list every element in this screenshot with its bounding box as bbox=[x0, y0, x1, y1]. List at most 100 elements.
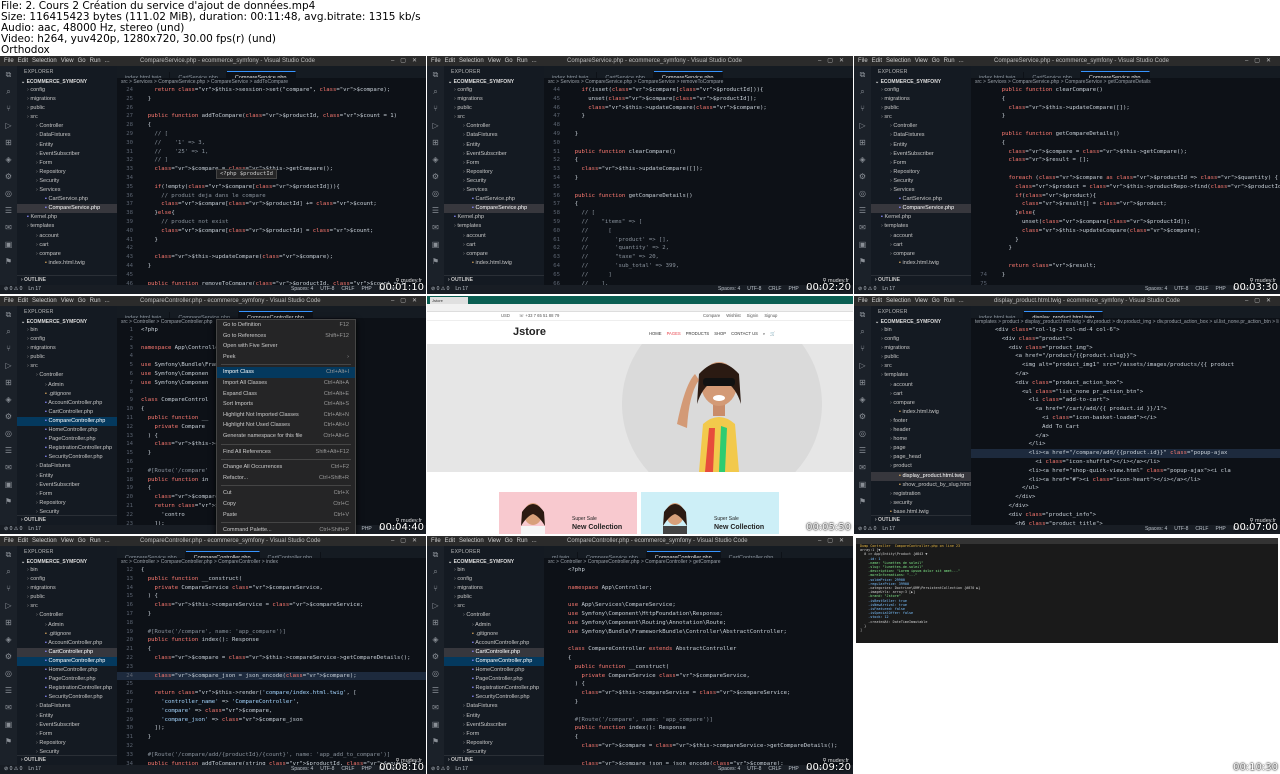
topbar-link[interactable]: Wishlist bbox=[726, 313, 740, 318]
outline-section[interactable]: › OUTLINE bbox=[444, 755, 544, 765]
file-tree-item[interactable]: › cart bbox=[871, 390, 971, 399]
activity-icon-2[interactable]: ⑂ bbox=[854, 340, 871, 357]
file-tree-item[interactable]: › Entity bbox=[17, 712, 117, 721]
menu-item-2[interactable]: Selection bbox=[32, 536, 57, 546]
activity-icon-9[interactable]: ✉ bbox=[854, 219, 871, 236]
file-tree-item[interactable]: › EventSubscriber bbox=[17, 721, 117, 730]
file-tree-item[interactable]: ▪ CartService.php bbox=[871, 195, 971, 204]
file-tree-item[interactable]: › src bbox=[17, 602, 117, 611]
editor-tab[interactable]: CompareService.php bbox=[226, 71, 296, 78]
file-tree-item[interactable]: ▪ PageController.php bbox=[17, 675, 117, 684]
menu-item-2[interactable]: Selection bbox=[459, 56, 484, 66]
file-tree-item[interactable]: ▪ SecurityController.php bbox=[444, 693, 544, 702]
outline-section[interactable]: › OUTLINE bbox=[871, 275, 971, 285]
file-tree-item[interactable]: › DataFixtures bbox=[17, 702, 117, 711]
status-left-item[interactable]: Ln 17 bbox=[455, 286, 468, 292]
file-tree-item[interactable]: › Repository bbox=[17, 499, 117, 508]
project-name[interactable]: ⌄ ECOMMERCE_SYMFONY bbox=[17, 318, 117, 326]
activity-icon-7[interactable]: ◎ bbox=[427, 185, 444, 202]
file-tree-item[interactable]: › bin bbox=[17, 326, 117, 335]
menu-item-0[interactable]: File bbox=[4, 536, 14, 546]
menu-item-1[interactable]: Edit bbox=[18, 56, 28, 66]
status-right-item[interactable]: Spaces: 4 bbox=[291, 286, 313, 292]
context-menu-item[interactable]: Find All References Shift+Alt+F12 bbox=[217, 447, 355, 458]
file-tree-item[interactable]: › src bbox=[444, 602, 544, 611]
cart-icon[interactable]: 🛒 bbox=[770, 331, 775, 336]
file-tree-item[interactable]: ▪ CompareController.php bbox=[17, 416, 117, 427]
file-tree-item[interactable]: › cart bbox=[871, 241, 971, 250]
activity-icon-2[interactable]: ⑂ bbox=[427, 100, 444, 117]
video-thumbnail[interactable]: File Edit Selection View Go Run... display_pro… bbox=[854, 296, 1280, 534]
status-left-item[interactable]: ⊘ 0 ⚠ 0 bbox=[858, 526, 876, 532]
menu-item-0[interactable]: File bbox=[431, 56, 441, 66]
file-tree-item[interactable]: › compare bbox=[444, 250, 544, 259]
status-right-item[interactable]: PHP bbox=[361, 766, 371, 772]
activity-icon-8[interactable]: ☰ bbox=[427, 202, 444, 219]
file-tree-item[interactable]: › Entity bbox=[871, 141, 971, 150]
activity-icon-7[interactable]: ◎ bbox=[0, 185, 17, 202]
file-tree-item[interactable]: › EventSubscriber bbox=[871, 150, 971, 159]
menu-item-0[interactable]: File bbox=[858, 56, 868, 66]
code-editor[interactable]: <?php namespace App\Controller; use App\Se… bbox=[544, 566, 853, 765]
video-thumbnail[interactable]: File Edit Selection View Go Run... CompareCont… bbox=[0, 536, 426, 774]
file-tree-item[interactable]: ▪ display_product.html.twig bbox=[871, 471, 971, 481]
status-right-item[interactable]: Spaces: 4 bbox=[291, 766, 313, 772]
video-thumbnail[interactable]: File Edit Selection View Go Run... CompareServ… bbox=[854, 56, 1280, 294]
file-tree-item[interactable]: ▪ SecurityController.php bbox=[17, 693, 117, 702]
file-tree-item[interactable]: › compare bbox=[17, 250, 117, 259]
file-tree-item[interactable]: › EventSubscriber bbox=[17, 150, 117, 159]
file-tree-item[interactable]: ▪ CartController.php bbox=[444, 647, 544, 657]
file-tree-item[interactable]: ▪ CompareService.php bbox=[17, 204, 117, 214]
activity-icon-1[interactable]: ⌕ bbox=[0, 323, 17, 340]
file-tree-item[interactable]: › DataFixtures bbox=[444, 131, 544, 140]
window-controls[interactable]: –▢✕ bbox=[391, 536, 423, 546]
file-tree-item[interactable]: ▪ RegistrationController.php bbox=[444, 684, 544, 693]
file-tree-item[interactable]: › registration bbox=[871, 490, 971, 499]
activity-icon-6[interactable]: ⚙ bbox=[0, 168, 17, 185]
file-tree-item[interactable]: › bin bbox=[871, 326, 971, 335]
file-tree-item[interactable]: › Security bbox=[444, 177, 544, 186]
menu-item-0[interactable]: File bbox=[4, 56, 14, 66]
editor-tab[interactable]: CompareService.php bbox=[653, 71, 723, 78]
file-tree-item[interactable]: ▪ CompareService.php bbox=[871, 204, 971, 214]
activity-icon-6[interactable]: ⚙ bbox=[427, 648, 444, 665]
file-tree-item[interactable]: ▪ index.html.twig bbox=[17, 259, 117, 268]
file-tree-item[interactable]: › page_head bbox=[871, 453, 971, 462]
file-tree-item[interactable]: › home bbox=[871, 435, 971, 444]
activity-icon-2[interactable]: ⑂ bbox=[0, 580, 17, 597]
activity-icon-4[interactable]: ⊞ bbox=[427, 134, 444, 151]
status-left-item[interactable]: ⊘ 0 ⚠ 0 bbox=[4, 766, 22, 772]
menu-item-6[interactable]: ... bbox=[532, 536, 537, 546]
context-menu-item[interactable]: Sort Imports Ctrl+Alt+S bbox=[217, 399, 355, 410]
activity-icon-4[interactable]: ⊞ bbox=[0, 134, 17, 151]
file-tree-item[interactable]: ▪ index.html.twig bbox=[444, 259, 544, 268]
status-right-item[interactable]: CRLF bbox=[768, 766, 781, 772]
file-tree-item[interactable]: › migrations bbox=[444, 584, 544, 593]
context-menu-item[interactable]: Highlight Not Used Classes Ctrl+Alt+U bbox=[217, 420, 355, 431]
status-right-item[interactable]: Spaces: 4 bbox=[718, 286, 740, 292]
status-right-item[interactable]: Spaces: 4 bbox=[1145, 286, 1167, 292]
file-tree-item[interactable]: › EventSubscriber bbox=[17, 481, 117, 490]
menu-item-1[interactable]: Edit bbox=[872, 296, 882, 306]
activity-icon-11[interactable]: ⚑ bbox=[427, 733, 444, 750]
file-tree-item[interactable]: › config bbox=[17, 575, 117, 584]
activity-icon-6[interactable]: ⚙ bbox=[854, 408, 871, 425]
activity-icon-1[interactable]: ⌕ bbox=[427, 563, 444, 580]
topbar-link[interactable]: Compare bbox=[703, 313, 720, 318]
activity-icon-8[interactable]: ☰ bbox=[0, 202, 17, 219]
menu-item-6[interactable]: ... bbox=[105, 56, 110, 66]
main-menu-item[interactable]: SHOP bbox=[714, 331, 726, 336]
file-tree-item[interactable]: › Form bbox=[444, 730, 544, 739]
code-editor[interactable]: 24 return class="vr">$this->session->set… bbox=[117, 86, 426, 285]
activity-icon-3[interactable]: ▷ bbox=[0, 117, 17, 134]
file-tree-item[interactable]: › Security bbox=[871, 177, 971, 186]
file-tree-item[interactable]: › public bbox=[871, 104, 971, 113]
activity-icon-7[interactable]: ◎ bbox=[0, 665, 17, 682]
file-tree-item[interactable]: › Controller bbox=[871, 122, 971, 131]
activity-icon-9[interactable]: ✉ bbox=[0, 459, 17, 476]
status-left-item[interactable]: ⊘ 0 ⚠ 0 bbox=[858, 286, 876, 292]
file-tree-item[interactable]: › public bbox=[444, 104, 544, 113]
status-right-item[interactable]: UTF-8 bbox=[1174, 526, 1188, 532]
file-tree-item[interactable]: › public bbox=[17, 353, 117, 362]
main-menu-item[interactable]: CONTACT US bbox=[731, 331, 758, 336]
